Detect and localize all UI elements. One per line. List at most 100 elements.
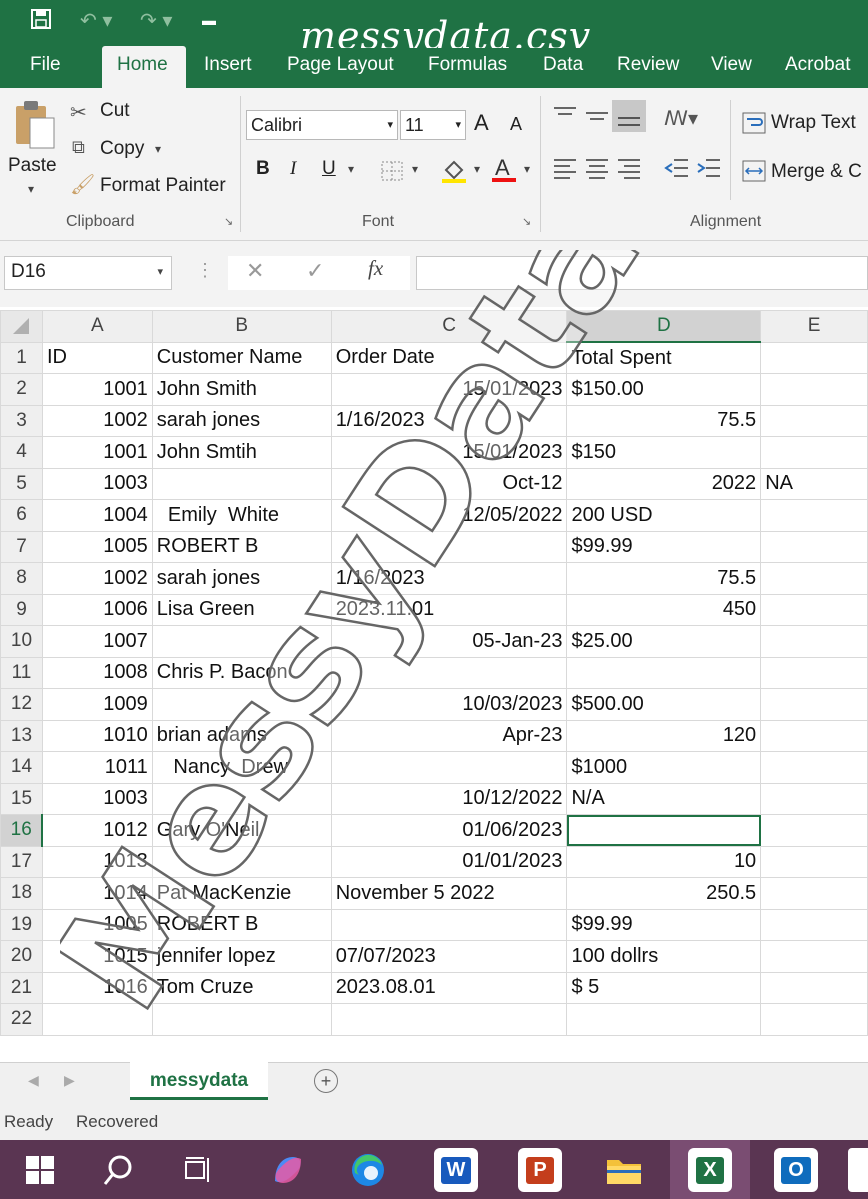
cell-c2[interactable]: 15/01/2023 (330, 373, 568, 406)
edge-icon[interactable] (346, 1148, 390, 1192)
cell-e15[interactable] (760, 782, 868, 815)
cell-d20[interactable]: 100 dollrs (566, 940, 762, 973)
redo-icon[interactable]: ↷ ▾ (140, 8, 172, 33)
cell-e2[interactable] (760, 373, 868, 406)
cell-b4[interactable]: John Smtih (151, 436, 332, 469)
cell-e3[interactable] (760, 404, 868, 437)
bold-button[interactable]: B (256, 158, 270, 180)
cell-d16[interactable] (566, 814, 762, 847)
row-header[interactable]: 14 (0, 751, 43, 784)
cell-d7[interactable]: $99.99 (566, 530, 762, 563)
cell-d14[interactable]: $1000 (566, 751, 762, 784)
wrap-text-icon[interactable] (742, 112, 766, 139)
cell-a16[interactable]: 1012 (41, 814, 153, 847)
worksheet-grid[interactable]: A B C D E 1 ID Customer Name Order Date Tota… (0, 310, 868, 1062)
row-header[interactable]: 6 (0, 499, 43, 532)
cell-b17[interactable] (151, 845, 332, 878)
row-header[interactable]: 1 (0, 341, 43, 374)
cell-b1[interactable]: Customer Name (151, 341, 332, 374)
taskbar-overflow-icon[interactable] (848, 1148, 868, 1192)
tab-insert[interactable]: Insert (204, 54, 252, 76)
cell-b21[interactable]: Tom Cruze (151, 971, 332, 1004)
cell-d4[interactable]: $150 (566, 436, 762, 469)
decrease-indent-icon[interactable] (664, 156, 690, 185)
align-bottom-button[interactable] (612, 100, 646, 132)
scroll-right-icon[interactable]: ▶ (64, 1072, 75, 1089)
paste-button[interactable]: Paste (8, 155, 57, 177)
cell-d12[interactable]: $500.00 (566, 688, 762, 721)
cell-e9[interactable] (760, 593, 868, 626)
column-header-e[interactable]: E (760, 310, 868, 343)
cell-e21[interactable] (760, 971, 868, 1004)
select-all-corner[interactable] (0, 310, 43, 343)
cell-a13[interactable]: 1010 (41, 719, 153, 752)
cell-d17[interactable]: 10 (566, 845, 762, 878)
cell-a22[interactable] (41, 1003, 153, 1036)
cell-c12[interactable]: 10/03/2023 (330, 688, 568, 721)
row-header[interactable]: 10 (0, 625, 43, 658)
cell-b7[interactable]: ROBERT B (151, 530, 332, 563)
cell-e22[interactable] (760, 1003, 868, 1036)
row-header[interactable]: 7 (0, 530, 43, 563)
word-icon[interactable]: W (434, 1148, 478, 1192)
cell-d6[interactable]: 200 USD (566, 499, 762, 532)
cell-b9[interactable]: Lisa Green (151, 593, 332, 626)
cell-c16[interactable]: 01/06/2023 (330, 814, 568, 847)
row-header[interactable]: 20 (0, 940, 43, 973)
cell-e5[interactable]: NA (760, 467, 868, 500)
cell-e18[interactable] (760, 877, 868, 910)
cell-b18[interactable]: Pat MacKenzie (151, 877, 332, 910)
cell-e10[interactable] (760, 625, 868, 658)
cut-icon[interactable]: ✂ (70, 100, 87, 125)
row-header[interactable]: 2 (0, 373, 43, 406)
cell-a2[interactable]: 1001 (41, 373, 153, 406)
cell-b13[interactable]: brian adams (151, 719, 332, 752)
cell-a12[interactable]: 1009 (41, 688, 153, 721)
format-painter-icon[interactable]: 🖌 (70, 172, 95, 197)
column-header-b[interactable]: B (151, 310, 332, 343)
cell-d2[interactable]: $150.00 (566, 373, 762, 406)
grow-font-button[interactable]: A (474, 110, 489, 136)
name-box[interactable]: D16 ▾ (4, 256, 172, 290)
underline-dropdown-icon[interactable]: ▾ (348, 162, 354, 176)
save-icon[interactable] (30, 8, 52, 36)
paste-icon[interactable] (12, 98, 60, 155)
cell-a1[interactable]: ID (41, 341, 153, 374)
cell-c22[interactable] (330, 1003, 568, 1036)
column-header-d[interactable]: D (566, 310, 762, 343)
cell-e11[interactable] (760, 656, 868, 689)
row-header[interactable]: 15 (0, 782, 43, 815)
align-center-icon[interactable] (584, 156, 610, 185)
tab-page-layout[interactable]: Page Layout (287, 54, 394, 76)
scroll-left-icon[interactable]: ◀ (28, 1072, 39, 1089)
cell-grid[interactable]: A B C D E 1 ID Customer Name Order Date Tota… (0, 310, 868, 1036)
cell-e8[interactable] (760, 562, 868, 595)
cell-e19[interactable] (760, 908, 868, 941)
cell-c21[interactable]: 2023.08.01 (330, 971, 568, 1004)
font-color-dropdown-icon[interactable]: ▾ (524, 162, 530, 176)
cell-d18[interactable]: 250.5 (566, 877, 762, 910)
cell-b8[interactable]: sarah jones (151, 562, 332, 595)
cell-e7[interactable] (760, 530, 868, 563)
row-header[interactable]: 19 (0, 908, 43, 941)
cell-e16[interactable] (760, 814, 868, 847)
cell-c18[interactable]: November 5 2022 (330, 877, 568, 910)
cell-c10[interactable]: 05-Jan-23 (330, 625, 568, 658)
copy-button[interactable]: Copy (100, 138, 144, 160)
row-header[interactable]: 8 (0, 562, 43, 595)
cell-a14[interactable]: 1011 (41, 751, 153, 784)
wrap-text-button[interactable]: Wrap Text (771, 112, 856, 134)
cell-d5[interactable]: 2022 (566, 467, 762, 500)
cell-a4[interactable]: 1001 (41, 436, 153, 469)
cell-e20[interactable] (760, 940, 868, 973)
cell-c9[interactable]: 2023.11.01 (330, 593, 568, 626)
row-header[interactable]: 5 (0, 467, 43, 500)
customize-qat-icon[interactable]: ▬ (202, 12, 216, 28)
cell-e12[interactable] (760, 688, 868, 721)
tab-formulas[interactable]: Formulas (428, 54, 507, 76)
cell-d19[interactable]: $99.99 (566, 908, 762, 941)
cell-a17[interactable]: 1013 (41, 845, 153, 878)
cell-e1[interactable] (760, 341, 868, 374)
cell-e4[interactable] (760, 436, 868, 469)
cell-b20[interactable]: jennifer lopez (151, 940, 332, 973)
